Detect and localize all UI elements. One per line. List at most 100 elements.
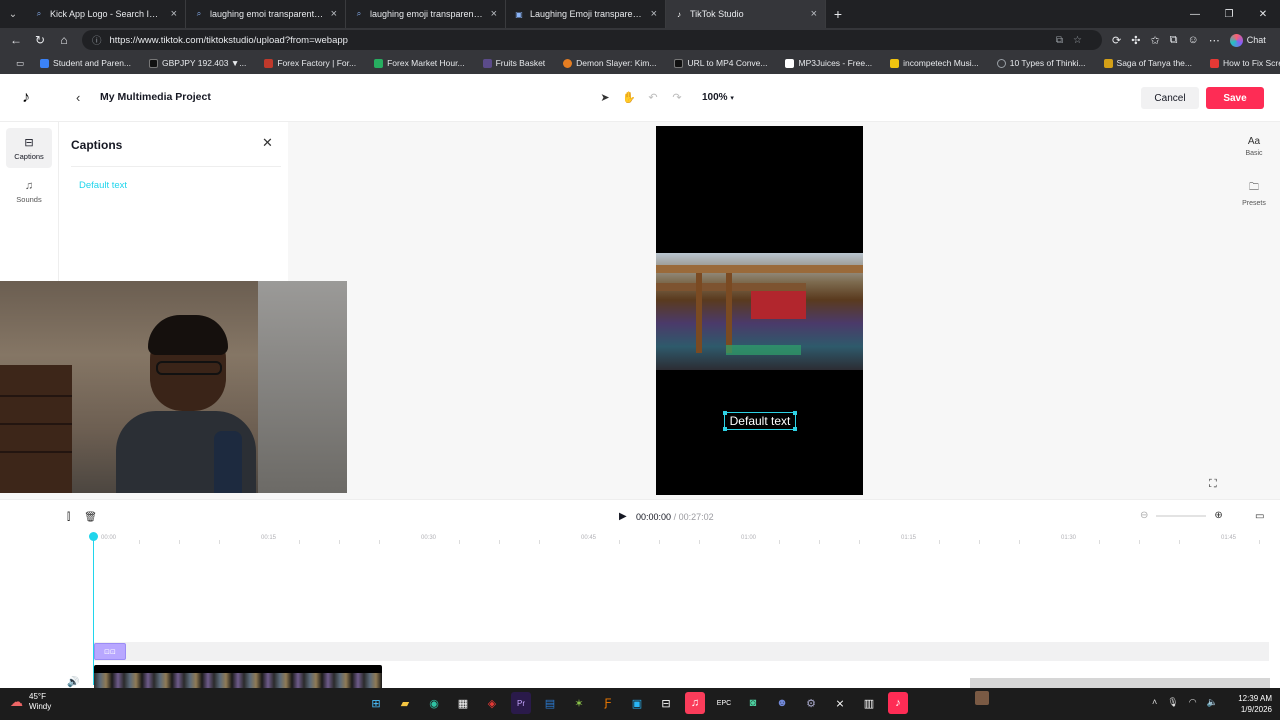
resize-handle[interactable] xyxy=(723,411,727,415)
caption-clip[interactable]: ⊡⊡ xyxy=(94,643,126,660)
chevron-up-icon[interactable]: ˄ xyxy=(1152,697,1157,708)
collections-icon[interactable]: ⧉ xyxy=(1170,34,1178,47)
new-tab-button[interactable]: + xyxy=(826,6,850,22)
back-chevron-icon[interactable]: ‹ xyxy=(76,90,80,105)
tab-close-icon[interactable]: × xyxy=(651,8,657,20)
split-icon[interactable]: ⫿ xyxy=(67,512,70,523)
mcafee-icon[interactable]: ◈ xyxy=(482,692,502,714)
zoom-dropdown[interactable]: 100% ▾ xyxy=(702,92,734,103)
epic-games-icon[interactable]: EPC xyxy=(714,692,734,714)
app-icon[interactable]: ◙ xyxy=(743,692,763,714)
close-window-icon[interactable]: ✕ xyxy=(1246,9,1280,20)
tab-close-icon[interactable]: × xyxy=(811,8,817,20)
edge-browser-icon[interactable]: ◉ xyxy=(424,692,444,714)
steam-icon[interactable]: ⚙ xyxy=(801,692,821,714)
back-arrow-icon[interactable]: ← xyxy=(4,33,28,47)
bookmark-item[interactable]: Forex Market Hour... xyxy=(366,58,472,68)
bookmark-item[interactable]: 10 Types of Thinki... xyxy=(989,58,1094,68)
bookmark-item[interactable]: Demon Slayer: Kim... xyxy=(555,58,664,68)
volume-icon[interactable]: 🔈 xyxy=(1207,697,1218,708)
bookmark-item[interactable]: incompetech Musi... xyxy=(882,58,987,68)
url-field[interactable]: ⓘ https://www.tiktok.com/tiktokstudio/up… xyxy=(82,30,1102,50)
bookmark-item[interactable]: GBPJPY 192.403 ▼... xyxy=(141,58,254,68)
bookmark-item[interactable]: URL to MP4 Conve... xyxy=(666,58,775,68)
app-icon[interactable]: ▣ xyxy=(627,692,647,714)
store-icon[interactable]: ▦ xyxy=(453,692,473,714)
reload-icon[interactable]: ↻ xyxy=(28,33,52,47)
word-icon[interactable]: ▤ xyxy=(540,692,560,714)
wifi-icon[interactable]: ◠ xyxy=(1189,697,1197,708)
tab-close-icon[interactable]: × xyxy=(331,8,337,20)
discord-icon[interactable]: ☻ xyxy=(772,692,792,714)
undo-icon[interactable]: ↶ xyxy=(646,89,660,105)
clock[interactable]: 12:39 AM 1/9/2026 xyxy=(1228,693,1272,715)
weather-widget[interactable]: ☁ 45°F Windy xyxy=(10,692,51,712)
restore-icon[interactable]: ❐ xyxy=(1212,9,1246,20)
select-pointer-icon[interactable]: ➤ xyxy=(598,89,612,105)
site-info-icon[interactable]: ⓘ xyxy=(92,33,102,47)
audio-speaker-icon[interactable]: 🔊 xyxy=(67,677,79,688)
capcut-icon[interactable]: ⨯ xyxy=(830,692,850,714)
browser-tab[interactable]: ▣ Laughing Emoji transparent PNG × xyxy=(506,0,666,28)
rail-item-presets[interactable]: 🗀 Presets xyxy=(1234,180,1274,207)
save-button[interactable]: Save xyxy=(1206,87,1264,109)
time-ruler[interactable]: 00:00 00:15 00:30 00:45 01:00 01:15 01:30 01:45 xyxy=(95,535,1275,549)
music-icon[interactable]: ♫ xyxy=(685,692,705,714)
bookmarks-toggle-icon[interactable]: ▭ xyxy=(10,58,30,69)
app-icon[interactable]: ⊟ xyxy=(656,692,676,714)
cancel-button[interactable]: Cancel xyxy=(1141,87,1199,109)
tab-close-icon[interactable]: × xyxy=(171,8,177,20)
resize-handle[interactable] xyxy=(793,411,797,415)
bookmark-item[interactable]: Student and Paren... xyxy=(32,58,139,68)
redo-icon[interactable]: ↷ xyxy=(670,89,684,105)
browser-tab[interactable]: ⌕ Kick App Logo - Search Images × xyxy=(26,0,186,28)
tab-close-icon[interactable]: × xyxy=(491,8,497,20)
zoom-out-icon[interactable]: ⊖ xyxy=(1140,510,1148,521)
windows-start-icon[interactable]: ⊞ xyxy=(366,692,386,714)
playhead-handle[interactable] xyxy=(89,532,98,541)
zoom-slider[interactable] xyxy=(1156,514,1207,517)
browser-tab-active[interactable]: ♪ TikTok Studio × xyxy=(666,0,826,28)
browser-tab[interactable]: ⌕ laughing emoji transparent - Search × xyxy=(346,0,506,28)
puzzle-icon[interactable]: ✣ xyxy=(1131,34,1140,47)
delete-trash-icon[interactable]: 🗑 xyxy=(84,512,97,523)
microphone-icon[interactable]: 🎙 xyxy=(1167,697,1178,708)
video-preview-canvas[interactable]: Default text xyxy=(656,126,863,495)
bookmark-item[interactable]: Fruits Basket xyxy=(475,58,554,68)
tab-search-menu[interactable]: ⌄ xyxy=(0,0,26,28)
dresser-shape xyxy=(0,365,72,493)
more-menu-icon[interactable]: ⋯ xyxy=(1209,34,1220,47)
hand-pan-icon[interactable]: ✋ xyxy=(622,89,636,105)
tiktok-taskbar-icon[interactable]: ♪ xyxy=(888,692,908,714)
copilot-chat-button[interactable]: Chat xyxy=(1229,33,1266,47)
bookmark-item[interactable]: MP3Juices - Free... xyxy=(777,58,880,68)
play-icon[interactable]: ▶ xyxy=(619,511,627,522)
resize-handle[interactable] xyxy=(793,427,797,431)
file-explorer-icon[interactable]: ▰ xyxy=(395,692,415,714)
premiere-icon[interactable]: Pr xyxy=(511,692,531,714)
rail-item-sounds[interactable]: ♫ Sounds xyxy=(6,172,52,212)
browser-tab[interactable]: ⌕ laughing emoi transparent - Search × xyxy=(186,0,346,28)
layout-toggle-icon[interactable]: ▭ xyxy=(1255,511,1264,522)
app-icon[interactable]: ✶ xyxy=(569,692,589,714)
rail-item-basic[interactable]: Aa Basic xyxy=(1234,136,1274,157)
app-icon[interactable]: Ƒ xyxy=(598,692,618,714)
bookmark-item[interactable]: Forex Factory | For... xyxy=(256,58,364,68)
minimize-icon[interactable]: — xyxy=(1178,9,1212,20)
profile-icon[interactable]: ☺ xyxy=(1188,34,1199,46)
favorites-icon[interactable]: ✩ xyxy=(1150,34,1159,47)
caption-list-item[interactable]: Default text xyxy=(79,180,127,191)
zoom-in-icon[interactable]: ⊕ xyxy=(1214,510,1222,521)
caption-text-box[interactable]: Default text xyxy=(723,411,797,431)
bookmark-item[interactable]: Saga of Tanya the... xyxy=(1096,58,1200,68)
home-icon[interactable]: ⌂ xyxy=(52,33,76,47)
rail-item-captions[interactable]: ⊟ Captions xyxy=(6,128,52,168)
bookmark-item[interactable]: How to Fix Screen... xyxy=(1202,58,1280,68)
fullscreen-icon[interactable]: ⛶ xyxy=(1209,478,1217,491)
tiktok-logo-icon[interactable]: ♪ xyxy=(22,89,38,107)
playhead[interactable] xyxy=(93,533,94,685)
extensions-icon[interactable]: ⟳ xyxy=(1112,34,1121,47)
app-icon[interactable]: ▥ xyxy=(859,692,879,714)
close-icon[interactable]: ✕ xyxy=(262,135,273,151)
resize-handle[interactable] xyxy=(723,427,727,431)
